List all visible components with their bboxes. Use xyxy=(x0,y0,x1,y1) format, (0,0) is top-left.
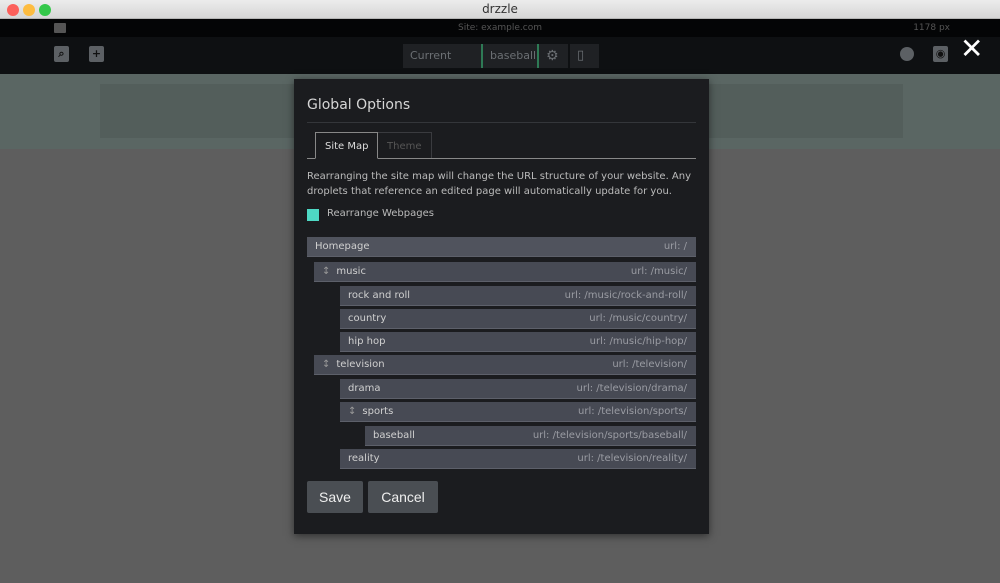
drag-handle-icon[interactable]: ↕ xyxy=(322,359,330,370)
sitemap-row[interactable]: ↕ sports url: /television/sports/ xyxy=(340,402,696,422)
preview-eye-icon[interactable]: ◉ xyxy=(933,46,948,62)
page-url: url: /television/drama/ xyxy=(576,383,687,394)
sitemap-row[interactable]: ↕ television url: /television/ xyxy=(314,355,696,375)
drag-handle-icon[interactable]: ↕ xyxy=(348,406,356,417)
maximize-window-button[interactable] xyxy=(39,4,51,16)
drag-handle-icon[interactable]: ↕ xyxy=(322,266,330,277)
viewport-width: 1178 px xyxy=(913,23,950,33)
tab-site-map[interactable]: Site Map xyxy=(315,132,379,159)
page-name: rock and roll xyxy=(348,290,411,301)
sitemap-row[interactable]: reality url: /television/reality/ xyxy=(340,449,696,469)
page-name: drama xyxy=(348,383,381,394)
page-url: url: /music/hip-hop/ xyxy=(589,336,687,347)
info-bar: Site: example.com 1178 px xyxy=(0,19,1000,37)
minimize-window-button[interactable] xyxy=(23,4,35,16)
close-icon[interactable]: ✕ xyxy=(960,35,983,63)
current-page-value[interactable]: baseball xyxy=(483,44,537,68)
site-label: Site: example.com xyxy=(458,23,542,33)
site-map-description: Rearranging the site map will change the… xyxy=(307,171,692,197)
page-url: url: /television/sports/ xyxy=(578,406,687,417)
page-url: url: /music/country/ xyxy=(589,313,687,324)
page-url: url: /music/ xyxy=(630,266,687,277)
save-page-icon[interactable]: ▯ xyxy=(570,44,599,68)
page-url: url: /television/reality/ xyxy=(577,453,687,464)
gear-icon[interactable]: ⚙ xyxy=(539,44,568,68)
page-name: sports xyxy=(362,406,394,417)
sitemap-row[interactable]: rock and roll url: /music/rock-and-roll/ xyxy=(340,286,696,306)
page-name: music xyxy=(336,266,366,277)
page-name: Homepage xyxy=(315,241,370,252)
add-page-icon[interactable]: + xyxy=(89,46,104,62)
sitemap-row[interactable]: Homepage url: / xyxy=(307,237,696,257)
cancel-button[interactable]: Cancel xyxy=(368,481,438,513)
page-url: url: /television/ xyxy=(612,359,687,370)
page-url: url: /music/rock-and-roll/ xyxy=(564,290,687,301)
globe-icon[interactable] xyxy=(900,47,914,61)
page-name: hip hop xyxy=(348,336,386,347)
save-button[interactable]: Save xyxy=(307,481,363,513)
page-name: reality xyxy=(348,453,380,464)
current-page-label: Current Page: xyxy=(403,44,481,86)
close-window-button[interactable] xyxy=(7,4,19,16)
page-name: country xyxy=(348,313,387,324)
window-title: drzzle xyxy=(482,2,518,16)
page-url: url: / xyxy=(663,241,687,252)
sitemap-row[interactable]: drama url: /television/drama/ xyxy=(340,379,696,399)
page-name: television xyxy=(336,359,385,370)
sitemap-row[interactable]: hip hop url: /music/hip-hop/ xyxy=(340,332,696,352)
sitemap-row[interactable]: country url: /music/country/ xyxy=(340,309,696,329)
global-options-dialog: Global Options Site Map Theme Rearrangin… xyxy=(294,79,709,534)
sitemap-row[interactable]: ↕ music url: /music/ xyxy=(314,262,696,282)
page-url: url: /television/sports/baseball/ xyxy=(532,430,687,441)
window-titlebar: drzzle xyxy=(0,0,1000,19)
search-page-icon[interactable]: ⌕ xyxy=(54,46,69,62)
divider xyxy=(307,122,696,123)
tab-theme[interactable]: Theme xyxy=(377,132,432,159)
rearrange-checkbox-label[interactable]: Rearrange Webpages xyxy=(327,208,434,219)
page-name: baseball xyxy=(373,430,415,441)
sitemap-row[interactable]: baseball url: /television/sports/baseball… xyxy=(365,426,696,446)
rearrange-checkbox[interactable] xyxy=(307,209,319,221)
dialog-title: Global Options xyxy=(307,97,411,113)
